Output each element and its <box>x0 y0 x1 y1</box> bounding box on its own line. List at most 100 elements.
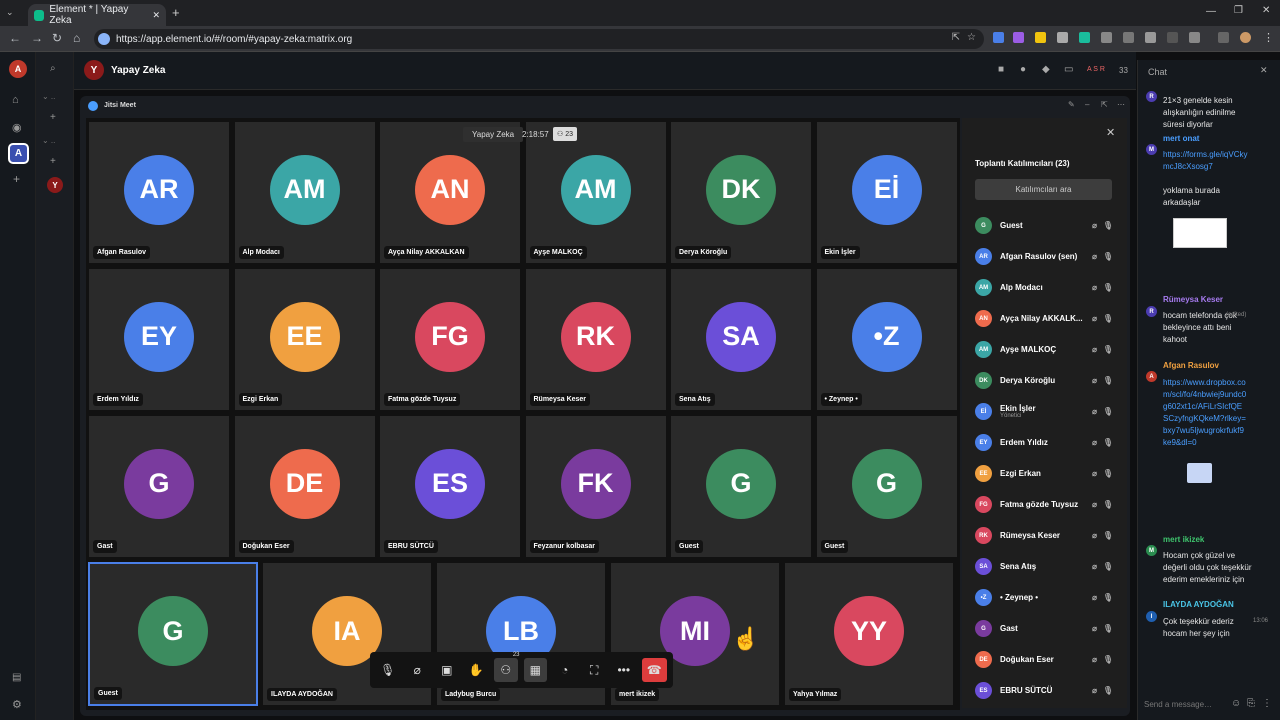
sender-name[interactable]: Rümeysa Keser <box>1163 295 1223 304</box>
extension-icon[interactable] <box>1035 32 1046 43</box>
reading-list-icon[interactable] <box>1218 32 1229 43</box>
chat-link[interactable]: https://www.dropbox.com/scl/fo/4nbwiej9u… <box>1163 377 1247 449</box>
participant-list-item[interactable]: EY Erdem Yıldız ⌀ 🎙 <box>962 427 1127 458</box>
sender-avatar[interactable]: R <box>1146 91 1157 102</box>
sender-avatar[interactable]: A <box>1146 371 1157 382</box>
participant-tile[interactable]: AN Ayça Nilay AKKALKAN <box>379 121 521 264</box>
room-name[interactable]: Yapay Zeka <box>111 65 165 76</box>
section-toggle-icon[interactable]: ⌄ .. <box>42 136 55 145</box>
participant-tile[interactable]: EE Ezgi Erkan <box>233 268 376 411</box>
participant-tile[interactable]: YY Yahya Yılmaz <box>784 562 954 706</box>
participant-tile[interactable]: AR Afgan Rasulov <box>88 121 230 264</box>
home-space-icon[interactable]: ⌂ <box>12 94 19 106</box>
room-header-avatar[interactable]: Y <box>84 60 104 80</box>
participant-list-item[interactable]: G Guest ⌀ 🎙 <box>962 210 1127 241</box>
fullscreen-icon[interactable]: ⛶ <box>583 658 607 682</box>
extension-icon[interactable] <box>1057 32 1068 43</box>
widget-menu-icon[interactable]: ⋯ <box>1117 100 1125 109</box>
participant-list-item[interactable]: AR Afgan Rasulov (sen) ⌀ 🎙 <box>962 241 1127 272</box>
extension-icon[interactable] <box>1079 32 1090 43</box>
more-actions-icon[interactable]: ••• <box>612 658 636 682</box>
raise-hand-icon[interactable]: ✋ <box>465 658 489 682</box>
minimize-widget-icon[interactable]: – <box>1085 100 1089 109</box>
people-space-icon[interactable]: ◉ <box>12 121 22 134</box>
close-panel-icon[interactable]: ✕ <box>1106 126 1115 139</box>
emoji-icon[interactable]: ☺ <box>1231 698 1241 709</box>
extension-icon[interactable] <box>1013 32 1024 43</box>
site-info-icon[interactable] <box>98 33 110 45</box>
extensions-puzzle-icon[interactable] <box>1189 32 1200 43</box>
participant-tile[interactable]: AM Ayşe MALKOÇ <box>524 121 667 264</box>
participant-list-item[interactable]: G Gast ⌀ 🎙 <box>962 613 1127 644</box>
search-icon[interactable]: ⌕ <box>50 63 56 74</box>
add-room-icon[interactable]: + <box>50 156 56 167</box>
sender-avatar[interactable]: R <box>1146 306 1157 317</box>
participant-list-item[interactable]: RK Rümeysa Keser ⌀ 🎙 <box>962 520 1127 551</box>
create-space-icon[interactable]: + <box>13 172 20 186</box>
extension-icon[interactable] <box>1145 32 1156 43</box>
forward-icon[interactable]: → <box>31 31 43 45</box>
extension-icon[interactable] <box>1167 32 1178 43</box>
room-info-icon[interactable]: ● <box>1020 64 1026 75</box>
sender-name[interactable]: ILAYDA AYDOĞAN <box>1163 600 1234 609</box>
user-avatar[interactable]: A <box>9 60 27 78</box>
participant-tile[interactable]: SA Sena Atış <box>670 268 812 411</box>
file-preview-icon[interactable] <box>1187 463 1212 483</box>
participant-list-item[interactable]: AN Ayça Nilay AKKALK... ⌀ 🎙 <box>962 303 1127 334</box>
image-thumbnail[interactable] <box>1173 218 1227 248</box>
participant-tile[interactable]: FG Fatma gözde Tuysuz <box>379 268 521 411</box>
participant-list-item[interactable]: AM Alp Modacı ⌀ 🎙 <box>962 272 1127 303</box>
camera-off-icon[interactable]: ⌀ <box>406 658 430 682</box>
video-call-icon[interactable]: ■ <box>998 64 1004 75</box>
close-chat-icon[interactable]: ✕ <box>1260 65 1268 76</box>
microphone-icon[interactable]: 🎙 <box>376 658 400 682</box>
bookmark-star-icon[interactable]: ☆ <box>967 32 976 43</box>
reload-icon[interactable]: ↻ <box>52 31 62 45</box>
sender-name[interactable]: mert ikizek <box>1163 535 1204 544</box>
participant-tile[interactable]: G Guest <box>88 562 258 706</box>
participant-list-item[interactable]: ES EBRU SÜTCÜ ⌀ 🎙 <box>962 675 1127 706</box>
participant-tile[interactable]: RK Rümeysa Keser <box>524 268 667 411</box>
tab-search-icon[interactable]: ⌄ <box>6 7 14 18</box>
participant-tile[interactable]: •Z • Zeynep • <box>815 268 958 411</box>
space-avatar-a[interactable]: A <box>8 143 29 164</box>
participant-tile[interactable]: DE Doğukan Eser <box>233 415 376 558</box>
participant-tile[interactable]: EY Erdem Yıldız <box>88 268 230 411</box>
member-avatars[interactable]: A S R <box>1087 66 1105 73</box>
hangup-icon[interactable]: ☎ <box>641 658 667 682</box>
extension-icon[interactable] <box>993 32 1004 43</box>
participant-list-item[interactable]: DK Derya Köroğlu ⌀ 🎙 <box>962 365 1127 396</box>
back-icon[interactable]: ← <box>9 31 21 45</box>
add-room-icon[interactable]: + <box>50 112 56 123</box>
browser-tab[interactable]: Element * | Yapay Zeka ✕ <box>28 4 166 26</box>
participant-list-item[interactable]: •Z • Zeynep • ⌀ 🎙 <box>962 582 1127 613</box>
sender-name[interactable]: mert onat <box>1163 134 1199 143</box>
extension-icon[interactable] <box>1101 32 1112 43</box>
attachment-icon[interactable]: ⎘ <box>1247 698 1255 709</box>
extension-icon[interactable] <box>1123 32 1134 43</box>
participant-list-item[interactable]: SA Sena Atış ⌀ 🎙 <box>962 551 1127 582</box>
participant-list-item[interactable]: AM Ayşe MALKOÇ ⌀ 🎙 <box>962 334 1127 365</box>
url-field[interactable]: https://app.element.io/#/room/#yapay-zek… <box>94 29 984 49</box>
participant-tile[interactable]: ES EBRU SÜTCÜ <box>379 415 521 558</box>
participants-button[interactable]: ⚇ 23 <box>494 652 520 682</box>
settings-gear-icon[interactable]: ⚙ <box>12 698 22 711</box>
more-options-icon[interactable]: ⋮ <box>1262 698 1272 709</box>
chat-icon[interactable]: ▭ <box>1064 64 1073 75</box>
participant-tile[interactable]: DK Derya Köroğlu <box>670 121 812 264</box>
browser-menu-icon[interactable]: ⋮ <box>1263 31 1274 44</box>
chat-link[interactable]: https://forms.gle/iqVCkymcJ8cXsosg7 <box>1163 149 1253 173</box>
participant-list-item[interactable]: FG Fatma gözde Tuysuz ⌀ 🎙 <box>962 489 1127 520</box>
new-tab-icon[interactable]: + <box>172 5 180 20</box>
section-toggle-icon[interactable]: ⌄ .. <box>42 92 55 101</box>
performance-gauge-icon[interactable]: ◔ <box>553 658 577 682</box>
participant-list-item[interactable]: EE Ezgi Erkan ⌀ 🎙 <box>962 458 1127 489</box>
sender-name[interactable]: Afgan Rasulov <box>1163 361 1219 370</box>
tile-view-icon[interactable]: ▦ <box>523 658 547 682</box>
participant-list-item[interactable]: Eİ Ekin İşler Yönetici ⌀ 🎙 <box>962 396 1127 427</box>
participant-tile[interactable]: G Guest <box>670 415 812 558</box>
sender-avatar[interactable]: I <box>1146 611 1157 622</box>
open-in-app-icon[interactable]: ⇱ <box>952 32 960 43</box>
maximize-icon[interactable]: ❐ <box>1234 5 1243 16</box>
popout-widget-icon[interactable]: ⇱ <box>1101 100 1108 109</box>
